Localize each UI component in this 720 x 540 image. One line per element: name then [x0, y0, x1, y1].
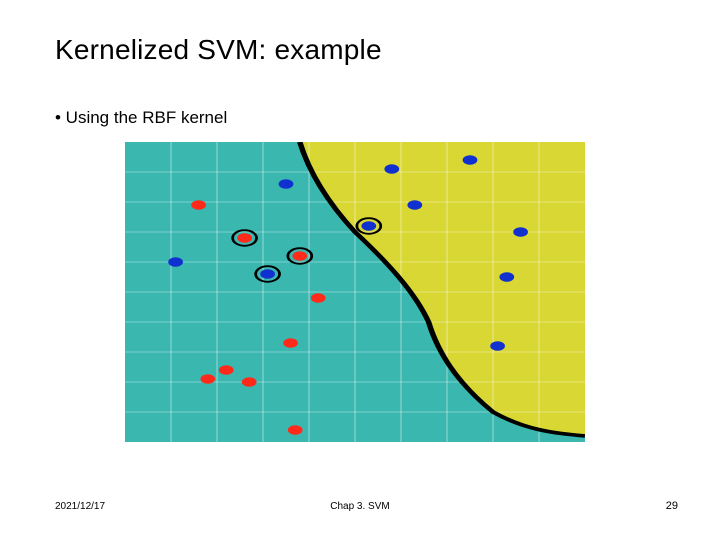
- data-point: [407, 200, 422, 210]
- svm-figure: [125, 142, 585, 442]
- data-point: [288, 425, 303, 435]
- data-point: [279, 179, 294, 189]
- data-point: [463, 155, 478, 165]
- data-point: [513, 227, 528, 237]
- slide-title: Kernelized SVM: example: [55, 34, 382, 66]
- data-point: [490, 341, 505, 351]
- data-point: [219, 365, 234, 375]
- slide: Kernelized SVM: example • Using the RBF …: [0, 0, 720, 540]
- data-point: [283, 338, 298, 348]
- data-point: [384, 164, 399, 174]
- bullet-text: • Using the RBF kernel: [55, 108, 227, 128]
- data-point: [311, 293, 326, 303]
- data-point: [237, 233, 252, 243]
- data-point: [168, 257, 183, 267]
- data-point: [499, 272, 514, 282]
- data-point: [292, 251, 307, 261]
- data-point: [260, 269, 275, 279]
- data-point: [361, 221, 376, 231]
- data-point: [200, 374, 215, 384]
- footer-page: 29: [666, 500, 678, 512]
- footer-chapter: Chap 3. SVM: [0, 501, 720, 512]
- data-point: [242, 377, 257, 387]
- data-point: [191, 200, 206, 210]
